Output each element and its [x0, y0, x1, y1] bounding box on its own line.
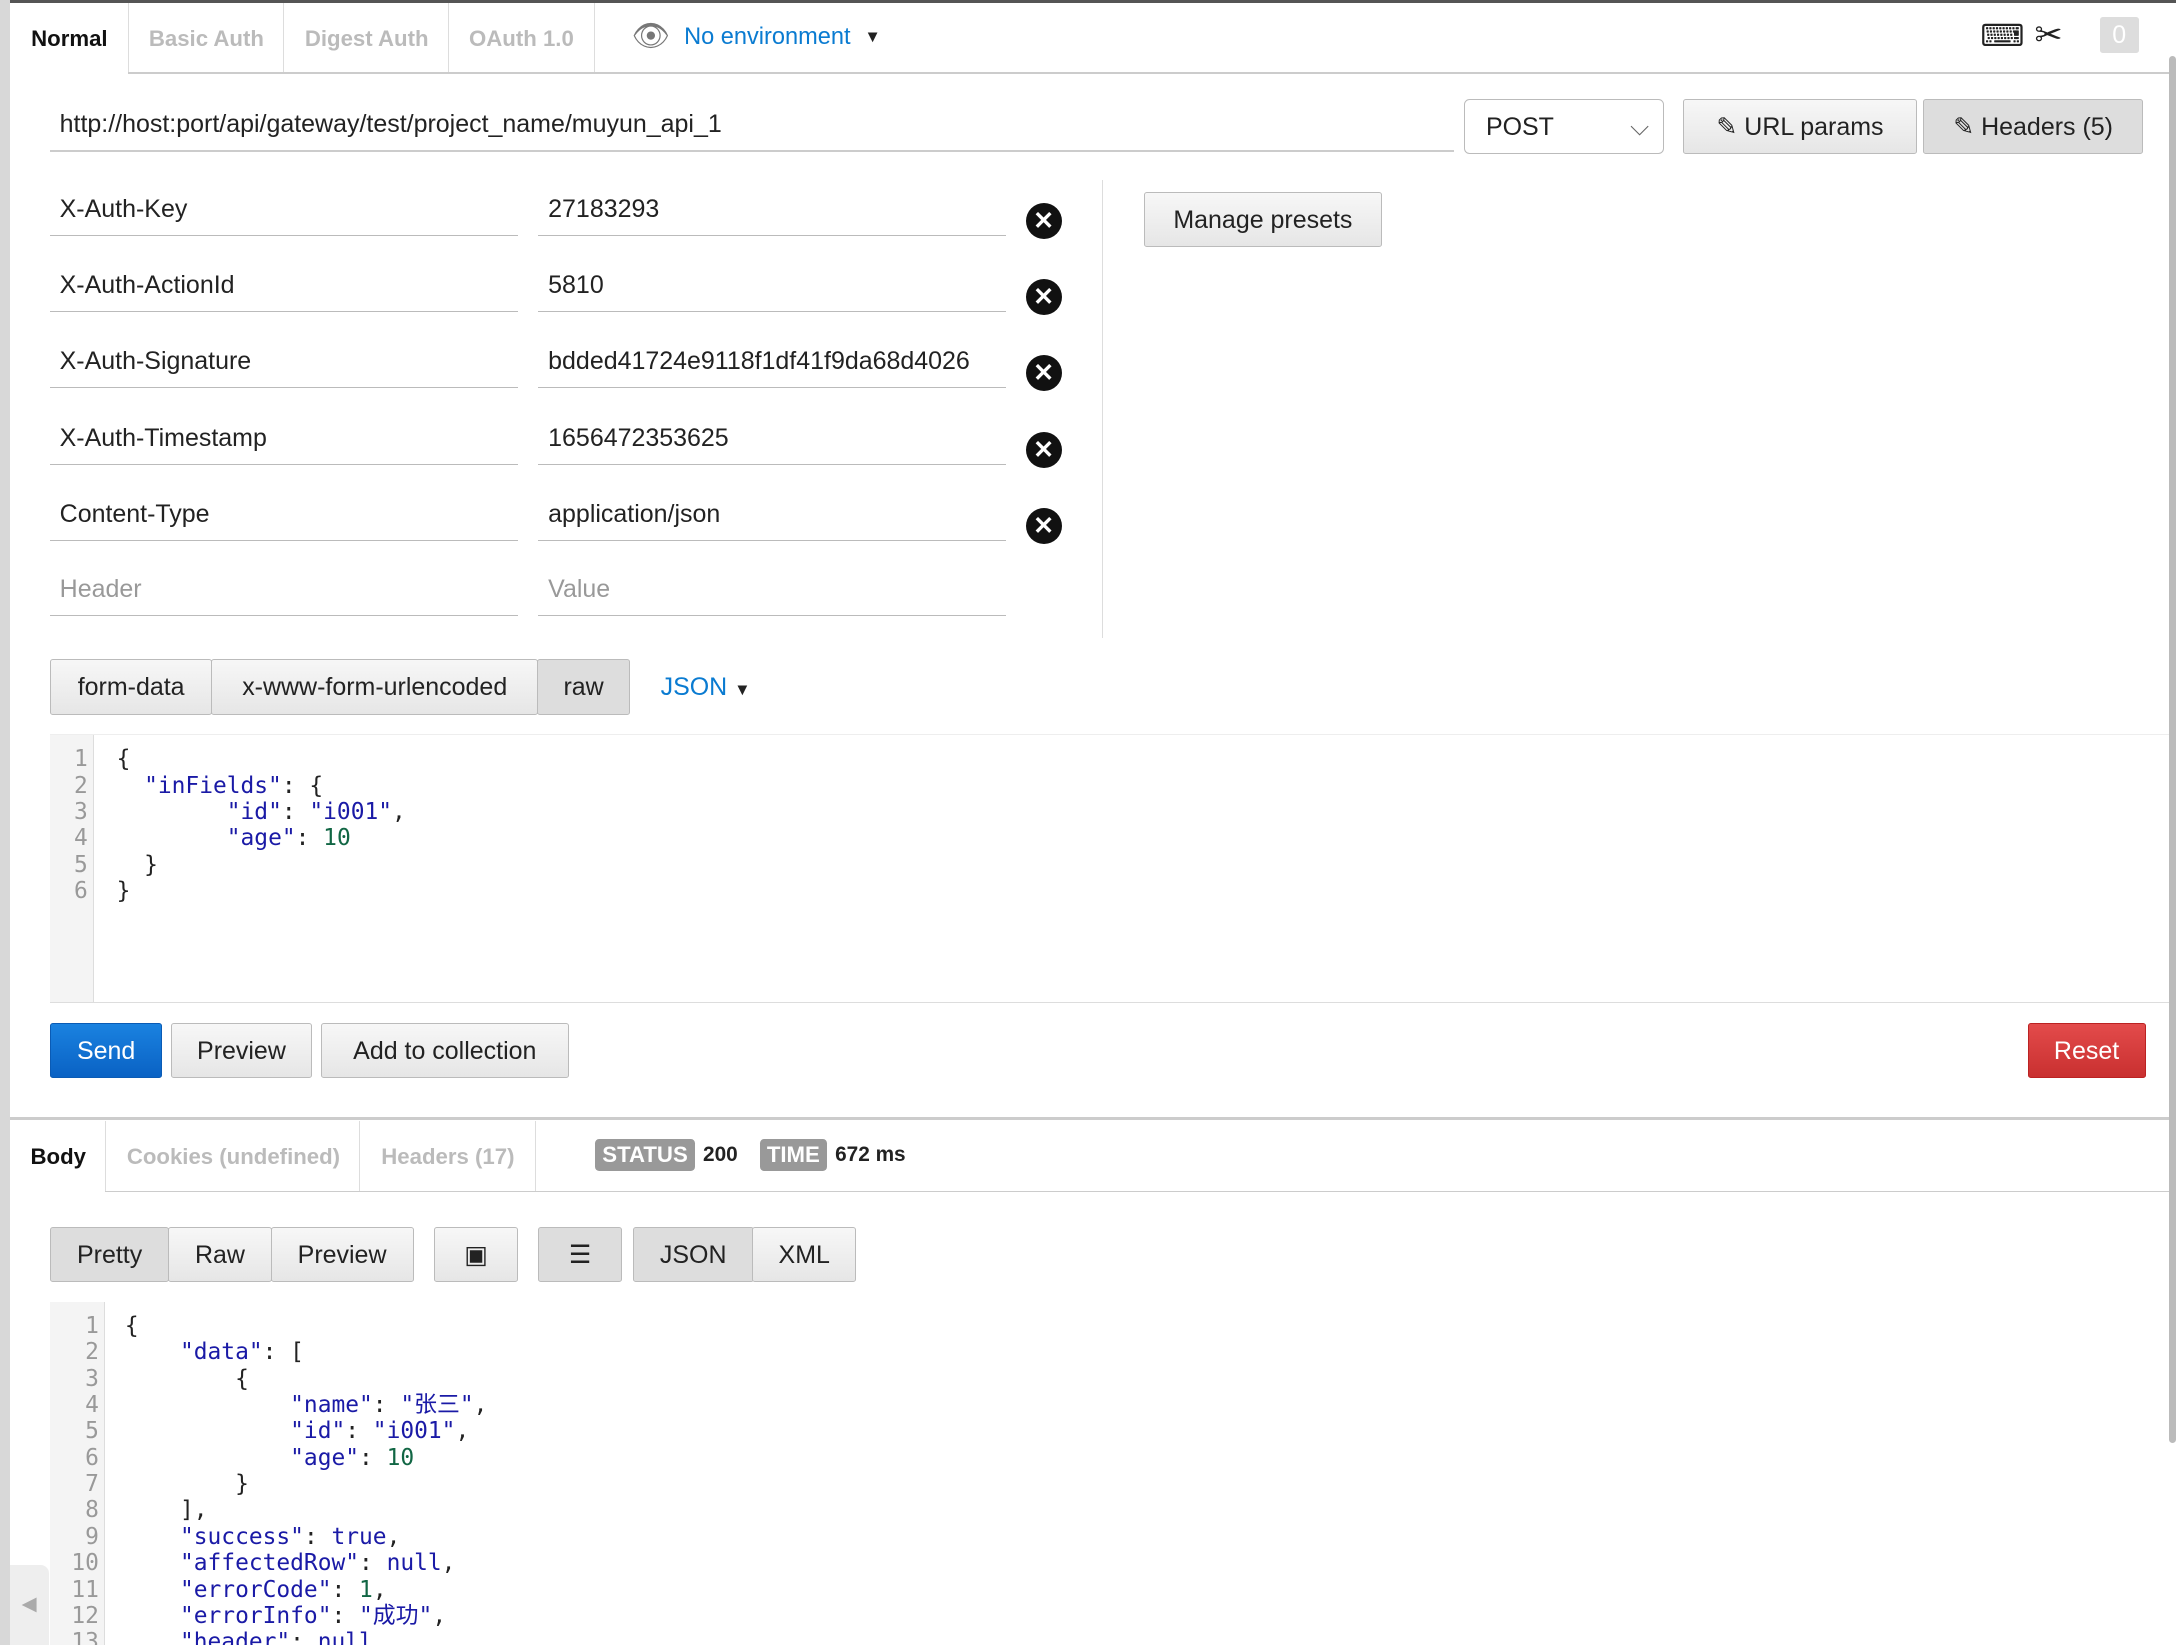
view-preview[interactable]: Preview	[270, 1226, 414, 1283]
header-key-input[interactable]: Content-Type	[49, 490, 518, 541]
remove-header-icon[interactable]: ✕	[1025, 202, 1062, 239]
chevron-down-icon: ⌵	[1630, 112, 1650, 141]
preview-button[interactable]: Preview	[170, 1022, 313, 1079]
body-raw[interactable]: raw	[537, 659, 631, 715]
scrollbar[interactable]	[2169, 55, 2176, 1444]
counter-badge[interactable]: 0	[2099, 16, 2139, 53]
format-json[interactable]: JSON	[632, 1226, 754, 1283]
response-body-code: { "data": [ { "name": "张三", "id": "i001"…	[124, 1312, 488, 1645]
header-value-input[interactable]: 1656472353625	[538, 414, 1007, 465]
edit-icon: ✎	[1953, 112, 1982, 141]
header-key-input[interactable]: X-Auth-Timestamp	[49, 414, 518, 465]
header-key-input[interactable]: X-Auth-Signature	[49, 337, 518, 389]
view-raw[interactable]: Raw	[167, 1226, 272, 1283]
tab-normal[interactable]: Normal	[11, 3, 128, 72]
request-body-editor[interactable]: 1 2 3 4 5 6 { "inFields": { "id": "i001"…	[49, 734, 2176, 1003]
header-key-input[interactable]: X-Auth-ActionId	[49, 261, 518, 312]
response-body-viewer[interactable]: 1 2 3 4 5 6 7 8 9 10 11 12 13 { "data": …	[49, 1301, 2176, 1645]
eye-icon: 👁	[631, 19, 671, 54]
remove-header-icon[interactable]: ✕	[1025, 355, 1062, 392]
tab-divider	[127, 72, 2176, 74]
collapse-sidebar-button[interactable]: ◀	[9, 1565, 49, 1645]
send-button[interactable]: Send	[49, 1022, 163, 1079]
line-numbers: 1 2 3 4 5 6	[49, 735, 95, 1002]
header-value-input[interactable]: bdded41724e9118f1df41f9da68d4026	[538, 337, 1007, 389]
response-status: STATUS 200 TIME 672 ms	[595, 1139, 906, 1171]
wrap-button[interactable]: ☰	[538, 1226, 622, 1283]
header-key-input[interactable]: Header	[49, 565, 518, 616]
view-pretty[interactable]: Pretty	[49, 1226, 170, 1283]
response-time: 672 ms	[835, 1143, 906, 1167]
status-code: 200	[703, 1143, 738, 1167]
remove-header-icon[interactable]: ✕	[1025, 507, 1062, 544]
caret-down-icon: ▼	[864, 26, 881, 46]
reset-button[interactable]: Reset	[2027, 1022, 2146, 1079]
request-body-code[interactable]: { "inFields": { "id": "i001", "age": 10 …	[117, 746, 406, 904]
align-icon: ☰	[568, 1240, 592, 1269]
tab-basic-auth[interactable]: Basic Auth	[127, 2, 284, 73]
keyboard-icon[interactable]: ⌨	[1980, 19, 2024, 54]
headers-button[interactable]: ✎ Headers (5)	[1923, 98, 2143, 155]
divider	[9, 1117, 2176, 1120]
tools-icon[interactable]: ✂	[2035, 15, 2063, 55]
response-tab-headers[interactable]: Headers (17)	[359, 1121, 537, 1191]
manage-presets-button[interactable]: Manage presets	[1143, 191, 1383, 248]
response-tab-body[interactable]: Body	[11, 1121, 105, 1190]
format-xml[interactable]: XML	[752, 1226, 857, 1283]
edit-icon: ✎	[1716, 112, 1745, 141]
remove-header-icon[interactable]: ✕	[1025, 431, 1062, 468]
header-value-input[interactable]: 27183293	[538, 185, 1007, 236]
tab-divider	[105, 1190, 2176, 1193]
divider	[1101, 180, 1104, 639]
url-params-button[interactable]: ✎ URL params	[1683, 98, 1917, 155]
header-value-input[interactable]: 5810	[538, 261, 1007, 312]
line-numbers: 1 2 3 4 5 6 7 8 9 10 11 12 13	[49, 1301, 106, 1645]
remove-header-icon[interactable]: ✕	[1025, 278, 1062, 316]
raw-format-dropdown[interactable]: JSON ▼	[661, 673, 751, 702]
url-input[interactable]: http://host:port/api/gateway/test/projec…	[49, 100, 1455, 152]
response-tab-cookies[interactable]: Cookies (undefined)	[105, 1121, 360, 1191]
status-badge: STATUS	[595, 1139, 695, 1171]
tab-digest-auth[interactable]: Digest Auth	[283, 2, 449, 73]
environment-label: No environment	[684, 23, 851, 50]
tab-oauth[interactable]: OAuth 1.0	[448, 2, 595, 73]
time-badge: TIME	[759, 1139, 827, 1171]
left-edge	[0, 0, 10, 1645]
triangle-left-icon: ◀	[21, 1593, 37, 1616]
fullscreen-button[interactable]: ▣	[434, 1226, 518, 1283]
caret-down-icon: ▼	[734, 680, 751, 700]
add-to-collection-button[interactable]: Add to collection	[320, 1022, 569, 1079]
fullscreen-icon: ▣	[464, 1240, 488, 1269]
header-key-input[interactable]: X-Auth-Key	[49, 185, 518, 236]
environment-selector[interactable]: 👁 No environment ▼	[631, 19, 880, 54]
method-select[interactable]: POST ⌵	[1464, 98, 1664, 155]
header-value-input[interactable]: Value	[538, 565, 1007, 616]
body-form-data[interactable]: form-data	[49, 659, 213, 715]
body-urlencoded[interactable]: x-www-form-urlencoded	[210, 659, 539, 715]
header-value-input[interactable]: application/json	[538, 490, 1007, 541]
